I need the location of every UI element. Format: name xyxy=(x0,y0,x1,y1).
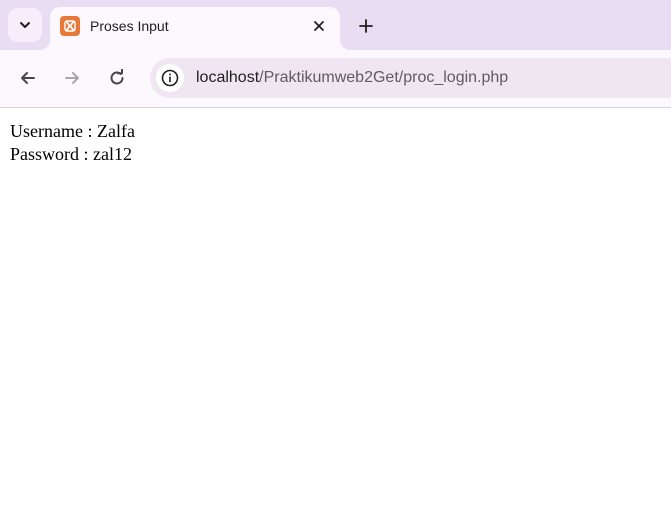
site-info-button[interactable] xyxy=(156,64,184,92)
username-line: Username : Zalfa xyxy=(10,121,135,141)
toolbar: localhost/Praktikumweb2Get/proc_login.ph… xyxy=(0,50,671,108)
close-icon xyxy=(314,21,324,31)
url-path: /Praktikumweb2Get/proc_login.php xyxy=(259,69,509,86)
tab-search-button[interactable] xyxy=(8,8,42,42)
forward-button[interactable] xyxy=(58,64,86,92)
back-button[interactable] xyxy=(14,64,42,92)
arrow-right-icon xyxy=(65,72,79,84)
reload-button[interactable] xyxy=(103,64,131,92)
tab-title: Proses Input xyxy=(90,18,169,34)
login-result: Username : Zalfa Password : zal12 xyxy=(10,120,135,166)
address-bar[interactable]: localhost/Praktikumweb2Get/proc_login.ph… xyxy=(150,58,671,98)
password-line: Password : zal12 xyxy=(10,144,132,164)
arrow-left-icon xyxy=(21,72,35,84)
page-content: Username : Zalfa Password : zal12 xyxy=(0,108,671,512)
tab-strip: Proses Input xyxy=(0,0,671,50)
chevron-down-icon xyxy=(20,22,30,28)
plus-icon xyxy=(359,19,373,33)
tab-close-button[interactable] xyxy=(308,15,330,37)
xampp-icon xyxy=(60,16,80,36)
url-host: localhost xyxy=(196,69,260,86)
url-text[interactable]: localhost/Praktikumweb2Get/proc_login.ph… xyxy=(196,69,508,87)
tab-active[interactable]: Proses Input xyxy=(50,7,340,50)
info-icon xyxy=(161,69,179,87)
new-tab-button[interactable] xyxy=(352,12,380,40)
reload-icon xyxy=(110,69,124,85)
browser-window: Proses Input localhost/Praktikumweb2Get/… xyxy=(0,0,671,512)
